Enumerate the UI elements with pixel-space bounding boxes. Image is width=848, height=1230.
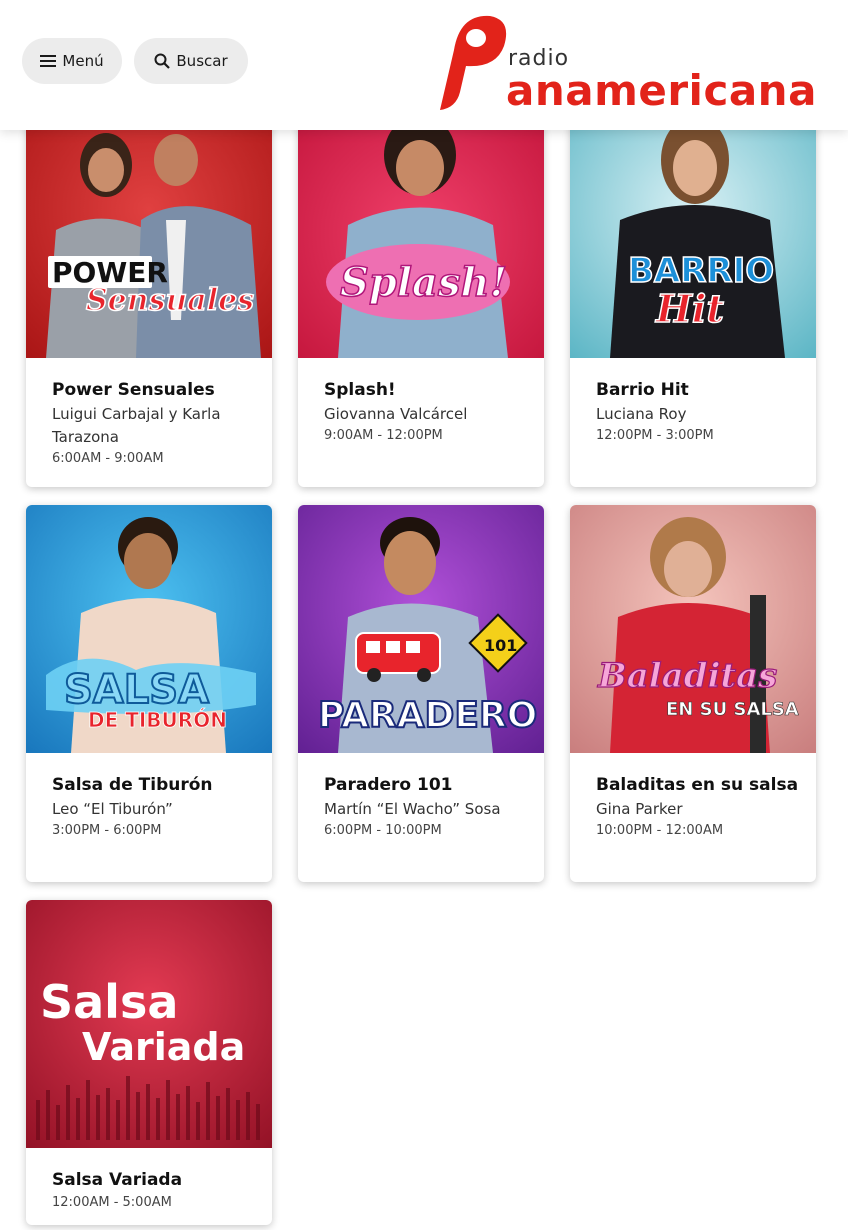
program-image: Baladitas EN SU SALSA — [570, 505, 816, 753]
search-button[interactable]: Buscar — [134, 38, 248, 84]
program-time: 3:00PM - 6:00PM — [52, 823, 162, 838]
svg-text:Sensuales: Sensuales — [86, 283, 254, 318]
program-title: Salsa Variada — [52, 1170, 183, 1190]
program-card-baladitas-en-su-salsa[interactable]: Baladitas EN SU SALSA Baladitas en su sa… — [570, 505, 816, 882]
program-image: SALSA DE TIBURÓN — [26, 505, 272, 753]
svg-text:Splash!: Splash! — [340, 259, 507, 306]
svg-text:EN SU SALSA: EN SU SALSA — [666, 699, 799, 720]
program-image: BARRIO Hit — [570, 110, 816, 358]
program-card-power-sensuales[interactable]: POWER Sensuales Power Sensuales Luigui C… — [26, 110, 272, 487]
program-image: POWER Sensuales — [26, 110, 272, 358]
program-card-paradero-101[interactable]: 101 PARADERO Paradero 101 Martín “El Wac… — [298, 505, 544, 882]
svg-text:PARADERO: PARADERO — [318, 695, 537, 736]
radio-panamericana-logo[interactable]: radio anamericana — [430, 10, 816, 120]
program-image: Splash! — [298, 110, 544, 358]
program-host: Martín “El Wacho” Sosa — [324, 800, 501, 818]
logo-panamericana-text: anamericana — [506, 66, 817, 115]
program-image: Salsa Variada — [26, 900, 272, 1148]
program-title: Paradero 101 — [324, 775, 453, 795]
program-time: 12:00AM - 5:00AM — [52, 1195, 172, 1210]
program-host: Luigui Carbajal y Karla Tarazona — [52, 405, 221, 446]
svg-text:SALSA: SALSA — [64, 667, 209, 713]
program-image: 101 PARADERO — [298, 505, 544, 753]
svg-text:BARRIO: BARRIO — [628, 251, 774, 291]
svg-text:Salsa: Salsa — [40, 975, 178, 1029]
program-title: Splash! — [324, 380, 396, 400]
program-title: Power Sensuales — [52, 380, 215, 400]
search-label: Buscar — [176, 52, 228, 70]
svg-text:DE TIBURÓN: DE TIBURÓN — [88, 708, 227, 732]
program-title: Barrio Hit — [596, 380, 689, 400]
program-host: Luciana Roy — [596, 405, 687, 423]
program-card-salsa-variada[interactable]: Salsa Variada Salsa Variada 12:00AM - 5:… — [26, 900, 272, 1225]
svg-text:101: 101 — [484, 636, 517, 655]
search-icon — [154, 53, 171, 69]
menu-button[interactable]: Menú — [22, 38, 122, 84]
program-grid: POWER Sensuales Power Sensuales Luigui C… — [0, 0, 848, 1230]
site-header: Menú Buscar radio anamericana — [0, 0, 848, 130]
svg-text:Baladitas: Baladitas — [597, 656, 777, 696]
svg-text:Variada: Variada — [82, 1025, 245, 1069]
program-card-splash[interactable]: Splash! Splash! Giovanna Valcárcel 9:00A… — [298, 110, 544, 487]
program-card-barrio-hit[interactable]: BARRIO Hit Barrio Hit Luciana Roy 12:00P… — [570, 110, 816, 487]
program-time: 6:00AM - 9:00AM — [52, 451, 164, 466]
program-host: Gina Parker — [596, 800, 683, 818]
program-host: Leo “El Tiburón” — [52, 800, 173, 818]
program-card-salsa-de-tiburon[interactable]: SALSA DE TIBURÓN Salsa de Tiburón Leo “E… — [26, 505, 272, 882]
logo-mark-icon — [440, 15, 507, 110]
program-time: 9:00AM - 12:00PM — [324, 428, 443, 443]
program-time: 10:00PM - 12:00AM — [596, 823, 724, 838]
program-time: 12:00PM - 3:00PM — [596, 428, 714, 443]
program-title: Salsa de Tiburón — [52, 775, 213, 795]
hamburger-icon — [40, 54, 57, 68]
menu-label: Menú — [62, 52, 104, 70]
program-time: 6:00PM - 10:00PM — [324, 823, 442, 838]
svg-text:Hit: Hit — [655, 286, 724, 331]
program-host: Giovanna Valcárcel — [324, 405, 468, 423]
program-title: Baladitas en su salsa — [596, 775, 799, 795]
